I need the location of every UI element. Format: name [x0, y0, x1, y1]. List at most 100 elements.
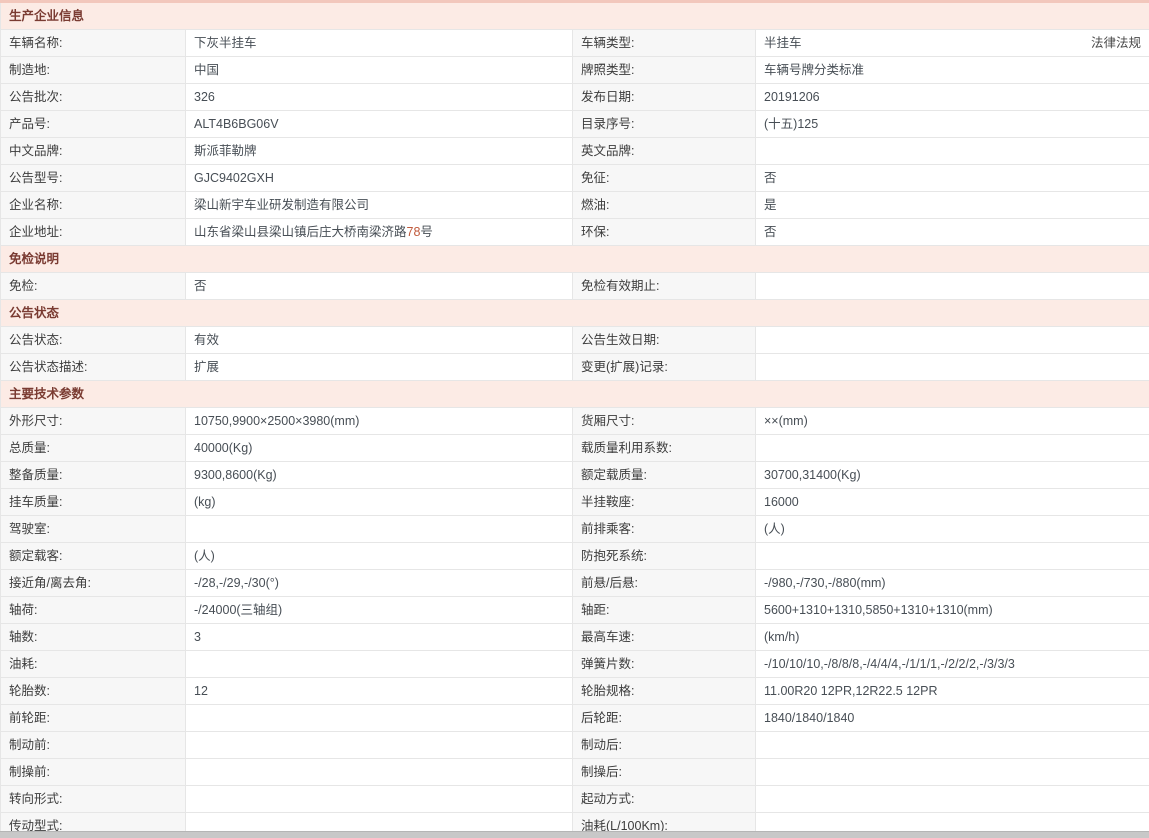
- field-label: 最高车速:: [572, 623, 756, 651]
- table-row: 前轮距: 后轮距: 1840/1840/1840: [0, 704, 1149, 732]
- field-label: 制操后:: [572, 758, 756, 786]
- field-label: 车辆类型:: [572, 29, 756, 57]
- field-label: 制操前:: [0, 758, 186, 786]
- section-row: 主要技术参数: [0, 380, 1149, 408]
- field-label: 轴数:: [0, 623, 186, 651]
- field-label: 载质量利用系数:: [572, 434, 756, 462]
- section-header: 主要技术参数: [0, 380, 1149, 408]
- field-value: [754, 731, 1149, 759]
- table-row: 外形尺寸: 10750,9900×2500×3980(mm) 货厢尺寸: ××(mm): [0, 407, 1149, 435]
- table-row: 制操前: 制操后:: [0, 758, 1149, 786]
- table-row: 总质量: 40000(Kg) 载质量利用系数:: [0, 434, 1149, 462]
- horizontal-scrollbar[interactable]: [0, 831, 1149, 838]
- field-value: 梁山新宇车业研发制造有限公司: [185, 191, 573, 219]
- field-value: [754, 758, 1149, 786]
- field-value: 扩展: [185, 353, 573, 381]
- field-value: 山东省梁山县梁山镇后庄大桥南梁济路78号: [185, 218, 573, 246]
- field-value: 5600+1310+1310,5850+1310+1310(mm): [754, 596, 1149, 624]
- field-label: 产品号:: [0, 110, 186, 138]
- field-value: (十五)125: [754, 110, 1149, 138]
- table-row: 制造地: 中国 牌照类型: 车辆号牌分类标准: [0, 56, 1149, 84]
- field-value: [185, 704, 573, 732]
- field-label: 制造地:: [0, 56, 186, 84]
- law-link[interactable]: 法律法规: [1091, 31, 1141, 56]
- field-label: 公告生效日期:: [572, 326, 756, 354]
- field-label: 公告批次:: [0, 83, 186, 111]
- table-row: 企业地址: 山东省梁山县梁山镇后庄大桥南梁济路78号 环保: 否: [0, 218, 1149, 246]
- field-label: 额定载质量:: [572, 461, 756, 489]
- field-label: 挂车质量:: [0, 488, 186, 516]
- table-row: 轴荷: -/24000(三轴组) 轴距: 5600+1310+1310,5850+13…: [0, 596, 1149, 624]
- field-label: 中文品牌:: [0, 137, 186, 165]
- field-value: -/980,-/730,-/880(mm): [754, 569, 1149, 597]
- field-label: 公告型号:: [0, 164, 186, 192]
- field-value: [754, 326, 1149, 354]
- field-value: ALT4B6BG06V: [185, 110, 573, 138]
- vehicle-info-table-body: 生产企业信息 车辆名称: 下灰半挂车 车辆类型: 法律法规 半挂车 制造地: 中国 牌照类型: 车…: [0, 0, 1149, 838]
- field-label: 油耗:: [0, 650, 186, 678]
- field-value: 12: [185, 677, 573, 705]
- field-value: [185, 731, 573, 759]
- field-value: 11.00R20 12PR,12R22.5 12PR: [754, 677, 1149, 705]
- table-row: 公告型号: GJC9402GXH 免征: 否: [0, 164, 1149, 192]
- field-value: 20191206: [754, 83, 1149, 111]
- field-value: 30700,31400(Kg): [754, 461, 1149, 489]
- table-row: 免检: 否免检有效期止:: [0, 272, 1149, 300]
- table-row: 额定载客: (人) 防抱死系统:: [0, 542, 1149, 570]
- table-row: 制动前: 制动后:: [0, 731, 1149, 759]
- field-value: -/10/10/10,-/8/8/8,-/4/4/4,-/1/1/1,-/2/2…: [754, 650, 1149, 678]
- field-value: 3: [185, 623, 573, 651]
- table-row: 公告状态描述: 扩展 变更(扩展)记录:: [0, 353, 1149, 381]
- table-row: 中文品牌: 斯派菲勒牌 英文品牌:: [0, 137, 1149, 165]
- field-label: 免检:: [0, 272, 186, 300]
- field-value: 车辆号牌分类标准: [754, 56, 1149, 84]
- vehicle-info-table: 生产企业信息 车辆名称: 下灰半挂车 车辆类型: 法律法规 半挂车 制造地: 中国 牌照类型: 车…: [0, 0, 1149, 838]
- field-label: 轮胎数:: [0, 677, 186, 705]
- field-label: 接近角/离去角:: [0, 569, 186, 597]
- field-value: ××(mm): [754, 407, 1149, 435]
- field-value: [754, 137, 1149, 165]
- field-value: (kg): [185, 488, 573, 516]
- table-row: 企业名称: 梁山新宇车业研发制造有限公司 燃油: 是: [0, 191, 1149, 219]
- field-value: 中国: [185, 56, 573, 84]
- table-row: 驾驶室: 前排乘客: (人): [0, 515, 1149, 543]
- field-label: 免检有效期止:: [572, 272, 756, 300]
- field-value: [754, 785, 1149, 813]
- field-value: 16000: [754, 488, 1149, 516]
- field-label: 前悬/后悬:: [572, 569, 756, 597]
- field-value: 326: [185, 83, 573, 111]
- table-row: 轴数: 3 最高车速: (km/h): [0, 623, 1149, 651]
- field-label: 企业地址:: [0, 218, 186, 246]
- field-label: 发布日期:: [572, 83, 756, 111]
- field-value: [754, 272, 1149, 300]
- field-label: 制动前:: [0, 731, 186, 759]
- field-value: 40000(Kg): [185, 434, 573, 462]
- field-label: 变更(扩展)记录:: [572, 353, 756, 381]
- field-label: 前轮距:: [0, 704, 186, 732]
- highlighted-text: 78: [406, 225, 421, 239]
- field-value: [185, 785, 573, 813]
- field-label: 起动方式:: [572, 785, 756, 813]
- field-value: 有效: [185, 326, 573, 354]
- field-label: 外形尺寸:: [0, 407, 186, 435]
- field-value: 1840/1840/1840: [754, 704, 1149, 732]
- field-label: 公告状态描述:: [0, 353, 186, 381]
- field-value: 10750,9900×2500×3980(mm): [185, 407, 573, 435]
- field-label: 整备质量:: [0, 461, 186, 489]
- field-value: GJC9402GXH: [185, 164, 573, 192]
- table-row: 车辆名称: 下灰半挂车 车辆类型: 法律法规 半挂车: [0, 29, 1149, 57]
- field-label: 公告状态:: [0, 326, 186, 354]
- field-label: 牌照类型:: [572, 56, 756, 84]
- field-value: [754, 542, 1149, 570]
- section-row: 公告状态: [0, 299, 1149, 327]
- field-value: 下灰半挂车: [185, 29, 573, 57]
- field-label: 环保:: [572, 218, 756, 246]
- field-value: [185, 758, 573, 786]
- field-value: (km/h): [754, 623, 1149, 651]
- section-header: 生产企业信息: [0, 0, 1149, 30]
- table-row: 公告状态: 有效 公告生效日期:: [0, 326, 1149, 354]
- field-label: 轮胎规格:: [572, 677, 756, 705]
- field-value: 9300,8600(Kg): [185, 461, 573, 489]
- field-label: 企业名称:: [0, 191, 186, 219]
- field-label: 免征:: [572, 164, 756, 192]
